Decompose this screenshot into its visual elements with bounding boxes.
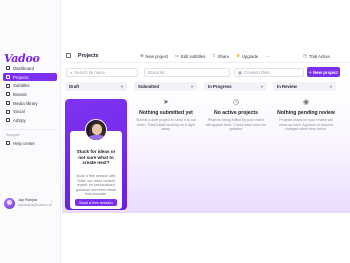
- search-icon: ⌕: [70, 70, 73, 75]
- clock-icon: ◷: [303, 53, 308, 58]
- share-icon: ⇪: [212, 53, 217, 58]
- column-header-draft[interactable]: Draft ▾: [65, 82, 127, 91]
- video-plus-icon: ⊕: [140, 53, 144, 58]
- social-icon: [6, 109, 10, 114]
- calendar-icon: ▦: [238, 70, 242, 75]
- empty-state-in-review: ◉ Nothing pending review Projects ready …: [276, 99, 336, 132]
- more-button[interactable]: ···: [265, 54, 269, 59]
- crown-icon: ♛: [236, 53, 241, 58]
- sidebar-item-brands[interactable]: Brands: [3, 90, 57, 99]
- sidebar-item-label: AdSpy: [13, 117, 26, 123]
- top-bar: Projects ⊕ New project ▭ Edit subtitles …: [62, 49, 350, 63]
- promo-title: Stuck for ideas or not sure what to crea…: [76, 149, 116, 166]
- sidebar-item-media-library[interactable]: Media library: [3, 99, 57, 108]
- sidebar-item-social[interactable]: Social: [3, 107, 57, 116]
- kanban-board: Draft ▾ Submitted ▾ In Progress ▾ In Rev…: [62, 82, 350, 213]
- brand-icon: [6, 92, 10, 97]
- sidebar-item-label: Brands: [13, 91, 27, 97]
- column-header-in-progress[interactable]: In Progress ▾: [204, 82, 267, 91]
- new-project-primary-button[interactable]: + New project: [307, 67, 340, 77]
- new-project-button[interactable]: ⊕ New project: [140, 53, 168, 59]
- chevron-down-icon: ▾: [120, 84, 123, 89]
- chevron-down-icon: ▾: [190, 84, 193, 89]
- chevron-down-icon: ▾: [329, 84, 332, 89]
- toolbar: ⊕ New project ▭ Edit subtitles ⇪ Share ♛…: [140, 53, 277, 59]
- empty-state-submitted: ➤ Nothing submitted yet Submit a draft p…: [136, 99, 196, 132]
- adspy-icon: [6, 118, 10, 123]
- subtitles-icon: [6, 83, 10, 88]
- empty-state-description: Projects being edited by your editor wil…: [205, 118, 267, 132]
- sidebar-item-help-center[interactable]: Help center: [3, 139, 57, 148]
- sidebar-item-label: Projects: [13, 74, 29, 80]
- upgrade-button[interactable]: ♛ Upgrade: [236, 53, 258, 59]
- book-session-button[interactable]: Book a free session: [75, 199, 117, 206]
- sidebar-divider: [3, 128, 57, 130]
- sidebar-item-subtitles[interactable]: Subtitles: [3, 81, 57, 90]
- sidebar: Vadoo Dashboard Projects Subtitles Brand…: [0, 0, 61, 263]
- brand-kit-select[interactable]: Brand kit: [144, 68, 230, 77]
- empty-state-title: Nothing pending review: [277, 110, 335, 116]
- sidebar-item-label: Help center: [13, 140, 35, 146]
- page-title: Projects: [78, 52, 99, 59]
- user-email: jayranjna@vadoo.tv: [18, 203, 52, 207]
- send-icon: ➤: [163, 99, 169, 106]
- share-button[interactable]: ⇪ Share: [212, 53, 229, 59]
- column-header-submitted[interactable]: Submitted ▾: [134, 82, 197, 91]
- sidebar-item-projects[interactable]: Projects: [3, 72, 57, 82]
- sidebar-item-label: Dashboard: [13, 65, 35, 71]
- trial-status[interactable]: ◷ Trial Active: [303, 53, 330, 59]
- more-vertical-icon[interactable]: ⋮: [49, 200, 54, 206]
- help-icon: [6, 141, 10, 146]
- sidebar-item-label: Subtitles: [13, 83, 30, 89]
- sidebar-toggle-icon[interactable]: [66, 53, 71, 58]
- sidebar-item-adspy[interactable]: AdSpy: [3, 116, 57, 125]
- sidebar-nav: Dashboard Projects Subtitles Brands Medi…: [3, 64, 57, 148]
- folder-icon: [6, 75, 10, 80]
- empty-state-description: Projects ready for your review will show…: [279, 118, 333, 132]
- empty-state-description: Submit a draft project to send it to our…: [136, 118, 196, 132]
- empty-state-in-progress: ◷ No active projects Projects being edit…: [205, 99, 267, 132]
- search-input[interactable]: ⌕ Search by name: [66, 68, 138, 77]
- column-header-in-review[interactable]: In Review ▾: [273, 82, 336, 91]
- edit-subtitles-button[interactable]: ▭ Edit subtitles: [175, 53, 205, 59]
- sidebar-item-label: Social: [13, 109, 25, 115]
- empty-state-title: Nothing submitted yet: [139, 110, 193, 116]
- expert-avatar: [85, 119, 107, 141]
- avatar: [4, 197, 15, 209]
- promo-description: Book a free session with Sofia, our vide…: [75, 174, 117, 197]
- promo-card-body: Stuck for ideas or not sure what to crea…: [70, 131, 122, 209]
- sidebar-item-dashboard[interactable]: Dashboard: [3, 64, 57, 73]
- progress-icon: ◷: [232, 99, 240, 106]
- creation-date-picker[interactable]: ▦ Creation Date: [234, 68, 304, 77]
- eye-icon: ◉: [302, 99, 310, 106]
- subtitles-icon: ▭: [175, 53, 180, 58]
- filter-row: ⌕ Search by name Brand kit ▦ Creation Da…: [62, 66, 350, 78]
- sidebar-item-label: Media library: [13, 100, 38, 106]
- support-caption: Support: [6, 133, 20, 138]
- promo-card: Stuck for ideas or not sure what to crea…: [65, 99, 127, 210]
- media-icon: [6, 101, 10, 106]
- dashboard-icon: [6, 66, 10, 71]
- user-profile[interactable]: Jay Ranjna jayranjna@vadoo.tv ⋮: [4, 196, 58, 210]
- empty-state-title: No active projects: [214, 110, 258, 116]
- chevron-down-icon: ▾: [260, 84, 263, 89]
